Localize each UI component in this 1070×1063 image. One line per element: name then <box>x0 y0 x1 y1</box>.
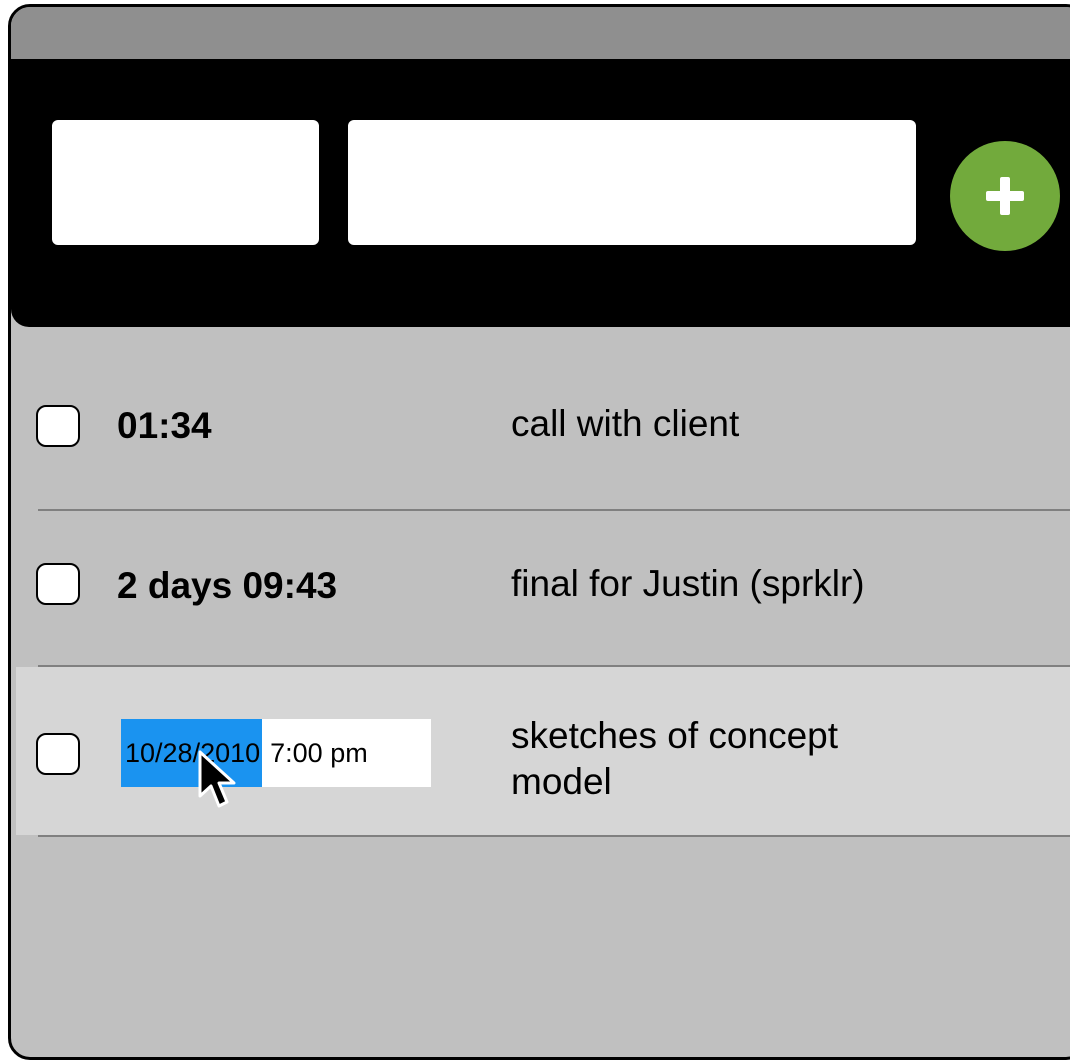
add-task-button[interactable] <box>950 141 1060 251</box>
mouse-pointer-icon <box>198 750 236 808</box>
task-checkbox[interactable] <box>36 733 80 775</box>
task-time: 01:34 <box>117 405 212 446</box>
app-window: 01:34 call with client 2 days 09:43 fina… <box>8 4 1070 1060</box>
task-title-line-1: sketches of concept <box>511 715 839 756</box>
task-title[interactable]: call with client <box>511 401 739 447</box>
task-row: 01:34 call with client <box>11 333 1070 511</box>
due-date-editor[interactable]: 10/28/2010 7:00 pm <box>121 719 431 787</box>
task-input[interactable] <box>348 120 916 245</box>
due-time-text[interactable]: 7:00 pm <box>262 738 368 768</box>
task-input-field[interactable] <box>348 120 916 245</box>
task-checkbox[interactable] <box>36 563 80 605</box>
new-task-header <box>11 59 1070 327</box>
title-bar[interactable] <box>11 7 1070 59</box>
task-title[interactable]: sketches of concept model <box>511 713 838 805</box>
task-title-line-2: model <box>511 761 612 802</box>
time-input[interactable] <box>52 120 319 245</box>
task-checkbox[interactable] <box>36 405 80 447</box>
task-time: 2 days 09:43 <box>117 565 338 606</box>
plus-icon-vertical <box>1000 177 1010 215</box>
time-input-field[interactable] <box>52 120 319 245</box>
task-title[interactable]: final for Justin (sprklr) <box>511 561 865 607</box>
task-row: 2 days 09:43 final for Justin (sprklr) <box>11 513 1070 667</box>
row-divider <box>38 835 1070 837</box>
task-row-editing: 10/28/2010 7:00 pm sketches of concept mo… <box>16 667 1070 835</box>
row-divider <box>38 509 1070 511</box>
